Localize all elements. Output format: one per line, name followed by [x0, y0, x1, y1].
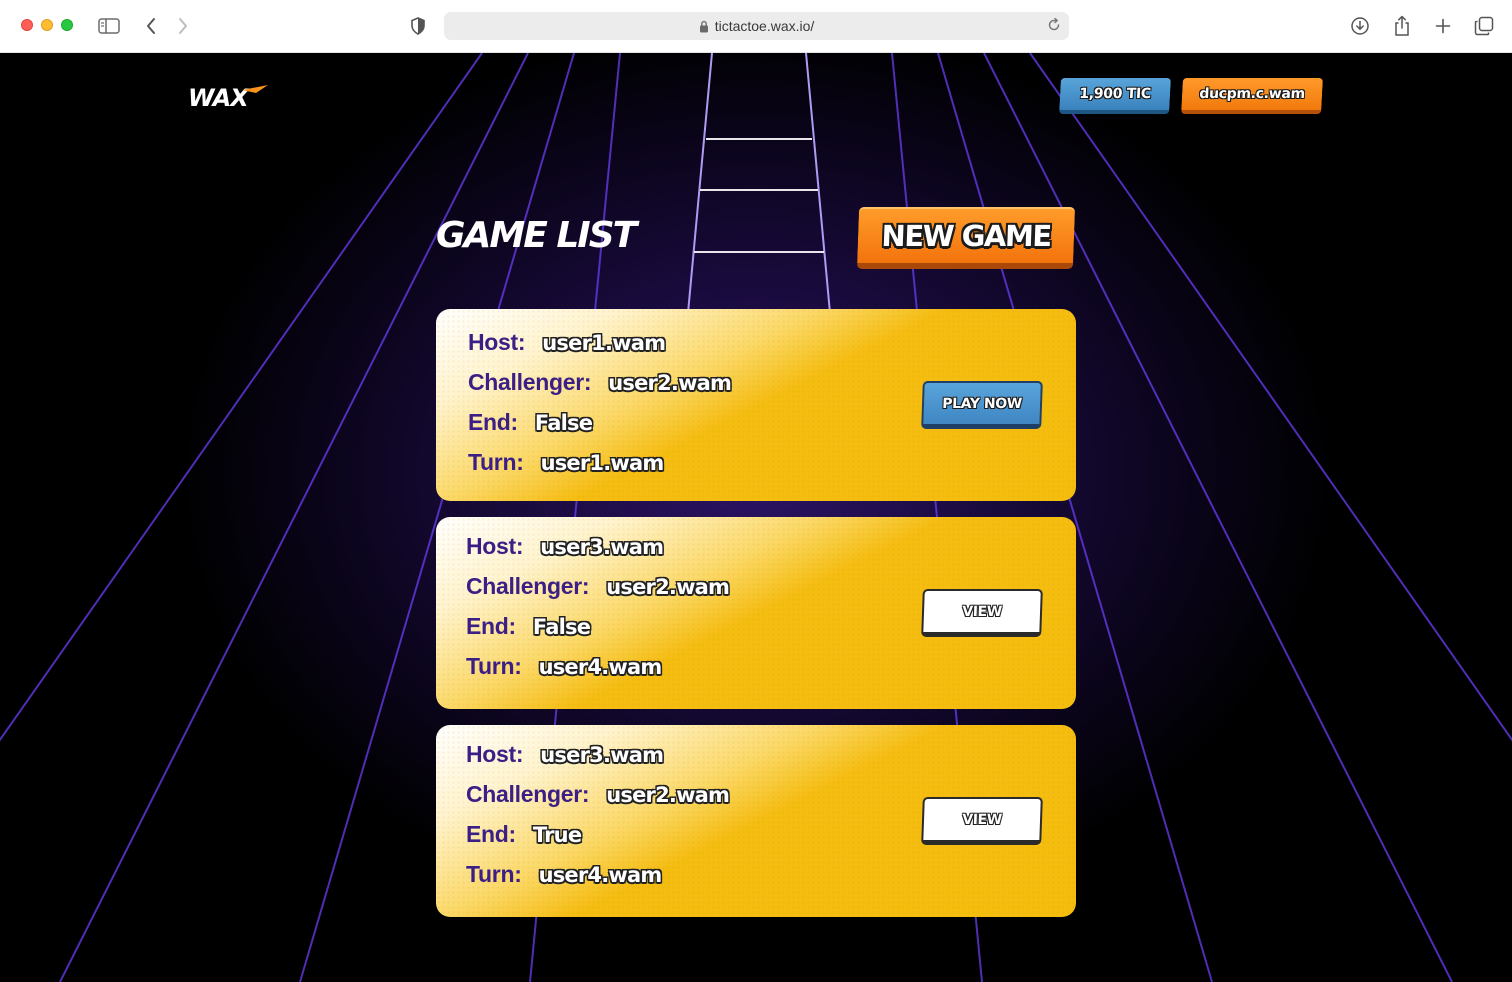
new-tab-icon[interactable] [1431, 14, 1455, 38]
host-value: user1.wam [542, 331, 666, 355]
wax-logo[interactable]: WAX [186, 83, 270, 111]
end-value: False [532, 615, 591, 639]
end-value: False [534, 411, 593, 435]
lock-icon [699, 20, 709, 33]
challenger-value: user2.wam [606, 575, 730, 599]
game-card: Host: user3.wam Challenger: user2.wam En… [436, 725, 1076, 917]
new-game-button[interactable]: NEW GAME [856, 207, 1076, 269]
host-label: Host: [466, 741, 524, 767]
end-row: End: False [466, 613, 591, 653]
forward-icon[interactable] [171, 14, 195, 38]
challenger-row: Challenger: user2.wam [468, 369, 732, 409]
downloads-icon[interactable] [1348, 14, 1372, 38]
account-button[interactable]: ducpm.c.wam [1181, 78, 1323, 114]
view-button[interactable]: VIEW [921, 589, 1043, 637]
end-label: End: [466, 613, 516, 639]
page: WAX 1,900 TIC ducpm.c.wam GAME LIST NEW … [0, 53, 1512, 982]
token-balance-badge: 1,900 TIC [1059, 78, 1171, 114]
sidebar-icon[interactable] [97, 14, 121, 38]
challenger-label: Challenger: [468, 369, 592, 395]
turn-value: user4.wam [538, 863, 663, 887]
url-text: tictactoe.wax.io/ [714, 18, 815, 34]
turn-row: Turn: user4.wam [466, 653, 663, 693]
turn-row: Turn: user1.wam [468, 449, 665, 489]
game-card: Host: user3.wam Challenger: user2.wam En… [436, 517, 1076, 709]
challenger-row: Challenger: user2.wam [466, 781, 730, 821]
challenger-value: user2.wam [608, 371, 732, 395]
turn-label: Turn: [468, 449, 524, 475]
end-row: End: False [468, 409, 593, 449]
challenger-label: Challenger: [466, 573, 590, 599]
challenger-value: user2.wam [606, 783, 730, 807]
turn-row: Turn: user4.wam [466, 861, 663, 901]
host-row: Host: user3.wam [466, 741, 664, 781]
turn-label: Turn: [466, 861, 522, 887]
host-value: user3.wam [540, 535, 664, 559]
browser-toolbar: tictactoe.wax.io/ [0, 0, 1512, 53]
host-value: user3.wam [540, 743, 664, 767]
turn-label: Turn: [466, 653, 522, 679]
turn-value: user4.wam [538, 655, 663, 679]
close-window-button[interactable] [21, 19, 33, 31]
end-value: True [532, 823, 582, 847]
host-row: Host: user3.wam [466, 533, 664, 573]
back-icon[interactable] [139, 14, 163, 38]
end-label: End: [466, 821, 516, 847]
minimize-window-button[interactable] [41, 19, 53, 31]
end-label: End: [468, 409, 518, 435]
svg-text:WAX: WAX [188, 84, 250, 111]
game-card: Host: user1.wam Challenger: user2.wam En… [436, 309, 1076, 501]
tab-overview-icon[interactable] [1472, 14, 1496, 38]
turn-value: user1.wam [540, 451, 665, 475]
reload-icon[interactable] [1047, 18, 1061, 32]
host-row: Host: user1.wam [468, 329, 666, 369]
challenger-row: Challenger: user2.wam [466, 573, 730, 613]
end-row: End: True [466, 821, 582, 861]
view-button[interactable]: VIEW [921, 797, 1043, 845]
page-title: GAME LIST [436, 215, 637, 256]
challenger-label: Challenger: [466, 781, 590, 807]
share-icon[interactable] [1390, 14, 1414, 38]
address-bar[interactable]: tictactoe.wax.io/ [444, 12, 1069, 40]
privacy-shield-icon[interactable] [406, 14, 430, 38]
host-label: Host: [468, 329, 526, 355]
host-label: Host: [466, 533, 524, 559]
zoom-window-button[interactable] [61, 19, 73, 31]
play-now-button[interactable]: PLAY NOW [921, 381, 1043, 429]
